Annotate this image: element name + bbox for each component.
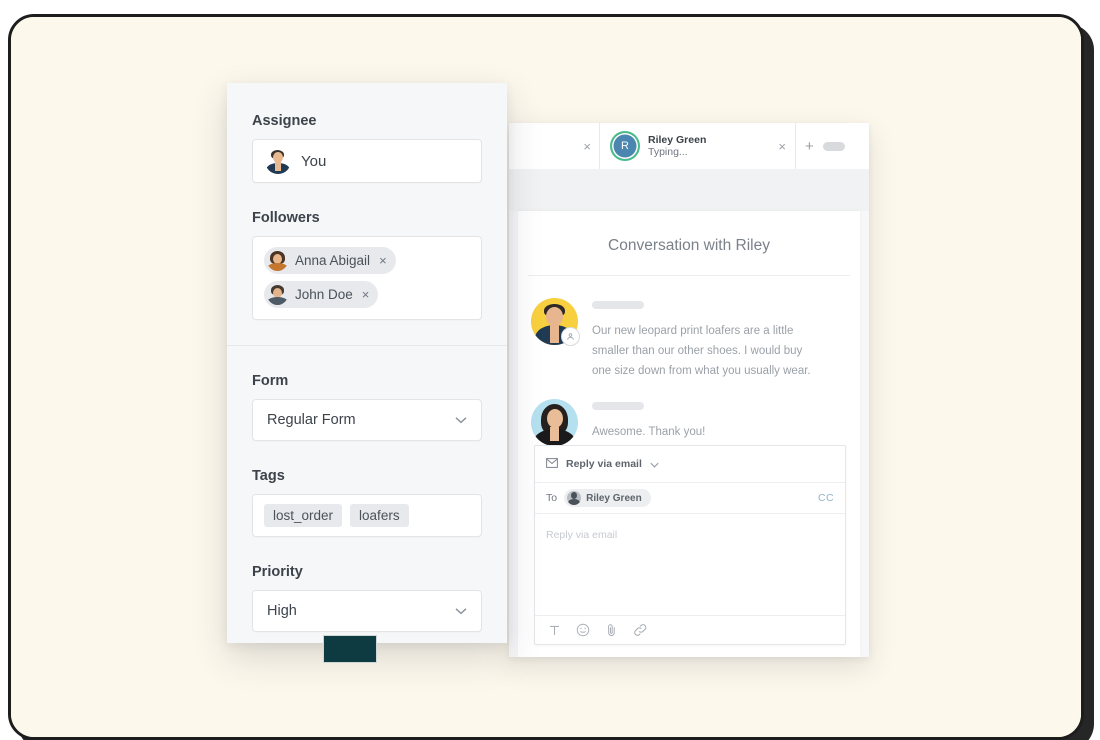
- tab-strip: × R Riley Green Typing... × +: [509, 123, 869, 169]
- attachment-icon[interactable]: [605, 623, 618, 637]
- to-label: To: [546, 492, 558, 504]
- chevron-down-icon[interactable]: [650, 455, 659, 473]
- priority-value: High: [267, 603, 297, 619]
- tag-chip[interactable]: loafers: [350, 504, 409, 527]
- assignee-label: Assignee: [252, 113, 317, 129]
- tab-status: Typing...: [648, 146, 688, 158]
- message-item: Awesome. Thank you!: [531, 399, 844, 447]
- page-title: Conversation with Riley: [528, 211, 850, 276]
- conversation-panel: Conversation with Riley Our new leopard …: [518, 211, 860, 657]
- priority-select[interactable]: High: [252, 590, 482, 632]
- plus-icon[interactable]: +: [805, 139, 814, 154]
- message-body: Awesome. Thank you!: [592, 399, 844, 446]
- avatar: [531, 298, 580, 346]
- envelope-icon: [546, 455, 558, 473]
- composer-mode-selector[interactable]: Reply via email: [535, 446, 845, 483]
- chevron-down-icon: [455, 411, 467, 429]
- message-item: Our new leopard print loafers are a litt…: [531, 298, 844, 381]
- form-section: Form Regular Form Tags lost_order loafer…: [227, 373, 507, 632]
- priority-label: Priority: [252, 564, 303, 580]
- new-tab-area: +: [796, 123, 869, 169]
- screenshot-stage: × R Riley Green Typing... × + Conversati…: [0, 0, 1100, 740]
- message-list: Our new leopard print loafers are a litt…: [518, 276, 860, 447]
- follower-name: Anna Abigail: [295, 253, 371, 268]
- reply-input-placeholder: Reply via email: [546, 529, 618, 541]
- remove-follower-icon[interactable]: ×: [362, 287, 370, 302]
- form-label: Form: [252, 373, 289, 389]
- followers-label: Followers: [252, 210, 320, 226]
- followers-field[interactable]: Anna Abigail × John Doe ×: [252, 236, 482, 320]
- tags-label: Tags: [252, 468, 285, 484]
- ticket-details-panel: Assignee You Followers Anna Abigail × Jo…: [227, 83, 507, 643]
- tab-title: Riley Green: [648, 133, 707, 146]
- close-icon[interactable]: ×: [778, 140, 786, 153]
- chevron-down-icon: [455, 602, 467, 620]
- message-text: Our new leopard print loafers are a litt…: [592, 325, 811, 377]
- follower-chip[interactable]: Anna Abigail ×: [264, 247, 396, 274]
- tab-inactive[interactable]: ×: [509, 123, 600, 169]
- message-body: Our new leopard print loafers are a litt…: [592, 298, 844, 381]
- person-badge-icon: [561, 327, 580, 346]
- composer-mode-label: Reply via email: [566, 458, 642, 470]
- device-frame: × R Riley Green Typing... × + Conversati…: [8, 14, 1084, 740]
- avatar: [531, 399, 578, 447]
- author-name-placeholder: [592, 402, 644, 411]
- reply-input[interactable]: Reply via email: [535, 514, 845, 616]
- tab-meta: Riley Green Typing...: [648, 134, 770, 159]
- reply-composer: Reply via email To Riley Green CC Reply …: [534, 445, 846, 645]
- avatar: [265, 148, 291, 174]
- cc-button[interactable]: CC: [818, 492, 834, 504]
- recipient-chip[interactable]: Riley Green: [564, 489, 651, 507]
- avatar: [267, 250, 288, 271]
- link-icon[interactable]: [633, 623, 648, 637]
- composer-to-row: To Riley Green CC: [535, 483, 845, 514]
- author-name-placeholder: [592, 301, 644, 309]
- avatar: R: [610, 131, 640, 161]
- assignee-field[interactable]: You: [252, 139, 482, 183]
- form-value: Regular Form: [267, 412, 356, 428]
- message-text: Awesome. Thank you!: [592, 426, 706, 439]
- composer-toolbar: [535, 616, 845, 644]
- accent-block: [323, 635, 377, 663]
- emoji-icon[interactable]: [576, 623, 590, 637]
- placeholder-pill: [822, 141, 845, 151]
- tab-riley-green[interactable]: R Riley Green Typing... ×: [600, 123, 796, 169]
- remove-follower-icon[interactable]: ×: [379, 253, 387, 268]
- tags-field[interactable]: lost_order loafers: [252, 494, 482, 537]
- follower-chip[interactable]: John Doe ×: [264, 281, 379, 308]
- avatar: [267, 284, 288, 305]
- follower-name: John Doe: [295, 287, 353, 302]
- text-format-icon[interactable]: [548, 624, 561, 637]
- divider: [227, 345, 507, 346]
- app-window: × R Riley Green Typing... × + Conversati…: [509, 123, 869, 657]
- close-icon[interactable]: ×: [583, 140, 591, 153]
- assignee-section: Assignee You Followers Anna Abigail × Jo…: [227, 83, 507, 320]
- toolbar-strip: [509, 169, 869, 211]
- device-inner-surface: × R Riley Green Typing... × + Conversati…: [11, 17, 1081, 737]
- recipient-name: Riley Green: [586, 492, 642, 504]
- form-select[interactable]: Regular Form: [252, 399, 482, 441]
- avatar: [567, 491, 582, 505]
- tag-chip[interactable]: lost_order: [264, 504, 343, 527]
- assignee-value: You: [301, 152, 327, 170]
